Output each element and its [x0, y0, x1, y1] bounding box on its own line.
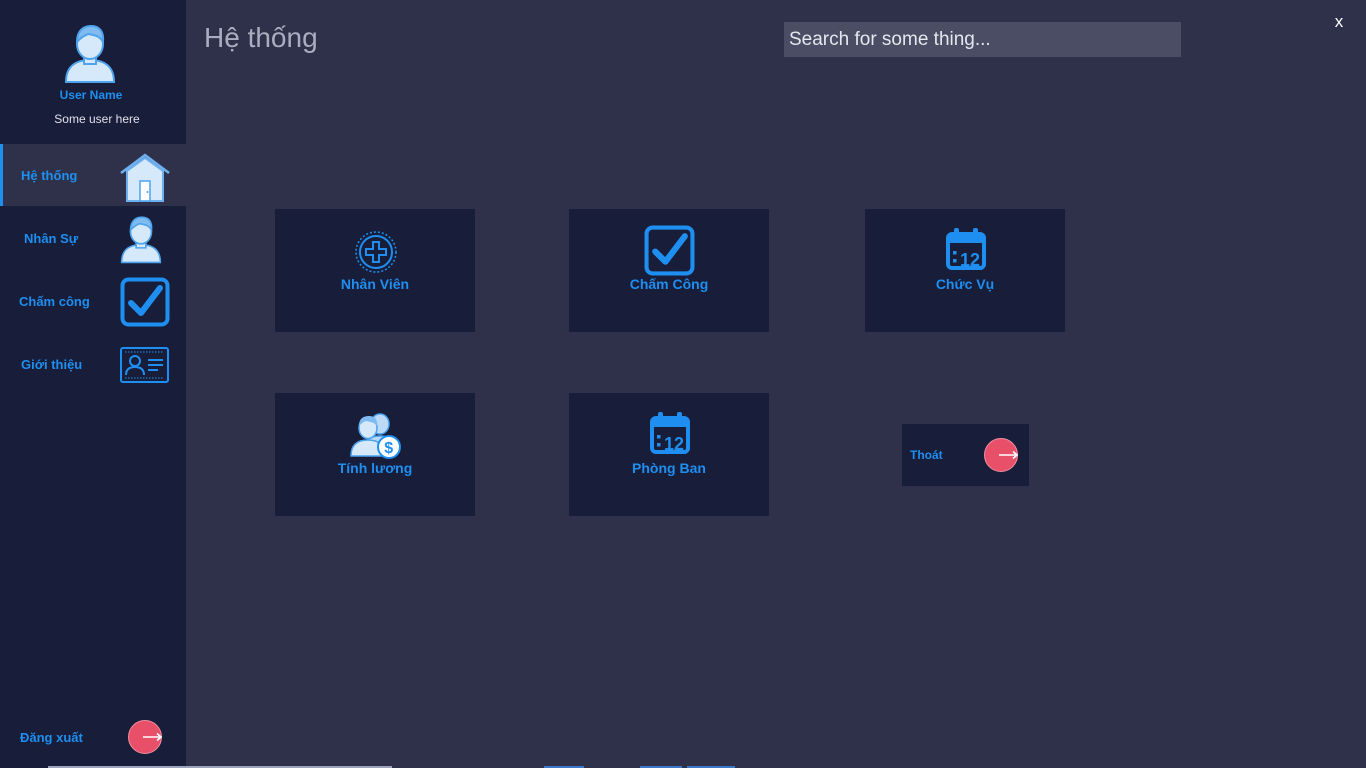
logout-label: Đăng xuất	[20, 730, 83, 745]
user-avatar-icon	[64, 24, 116, 83]
checkbox-icon	[644, 225, 695, 276]
sidebar-item-label: Chấm công	[19, 294, 90, 309]
calendar-icon: 12	[650, 412, 690, 454]
sidebar-item-cham-cong[interactable]: Chấm công	[0, 270, 186, 332]
plus-circle-icon	[355, 231, 397, 273]
close-button[interactable]: x	[1326, 12, 1352, 36]
svg-text:$: $	[384, 440, 393, 457]
exit-icon	[128, 720, 163, 754]
house-icon	[120, 153, 170, 202]
tile-cham-cong[interactable]: Chấm Công	[569, 209, 769, 332]
sidebar-item-label: Giới thiệu	[21, 357, 83, 372]
user-subtitle: Some user here	[54, 112, 140, 126]
tile-phong-ban[interactable]: 12 Phòng Ban	[569, 393, 769, 516]
user-name: User Name	[59, 88, 123, 102]
id-card-icon	[120, 347, 169, 383]
tile-chuc-vu[interactable]: 12 Chức Vụ	[865, 209, 1065, 332]
person-icon	[120, 216, 162, 264]
calendar-icon: 12	[946, 228, 986, 270]
tile-label: Nhân Viên	[340, 276, 410, 292]
page-title: Hệ thống	[204, 22, 318, 53]
user-profile: User Name Some user here	[0, 0, 186, 144]
tile-label: Chấm Công	[629, 276, 709, 292]
exit-button[interactable]: Thoát	[902, 424, 1029, 486]
people-dollar-icon: $	[350, 413, 401, 459]
tile-nhan-vien[interactable]: Nhân Viên	[275, 209, 475, 332]
search-input[interactable]	[784, 22, 1181, 57]
svg-text:12: 12	[664, 434, 684, 454]
sidebar-item-label: Nhân Sự	[24, 231, 79, 246]
checkbox-icon	[120, 277, 170, 327]
tile-label: Chức Vụ	[935, 276, 995, 292]
tile-label: Tính lương	[337, 460, 413, 476]
svg-text:12: 12	[960, 250, 980, 270]
sidebar-item-gioi-thieu[interactable]: Giới thiệu	[0, 333, 186, 395]
logout-button[interactable]: Đăng xuất	[0, 710, 186, 766]
tile-tinh-luong[interactable]: $ Tính lương	[275, 393, 475, 516]
sidebar-item-he-thong[interactable]: Hệ thống	[0, 144, 186, 206]
sidebar: User Name Some user here Hệ thống Nhân S…	[0, 0, 186, 768]
tile-label: Phòng Ban	[632, 460, 706, 476]
exit-button-label: Thoát	[910, 448, 943, 462]
sidebar-item-nhan-su[interactable]: Nhân Sự	[0, 207, 186, 269]
exit-icon	[984, 438, 1019, 472]
sidebar-item-label: Hệ thống	[21, 168, 78, 183]
